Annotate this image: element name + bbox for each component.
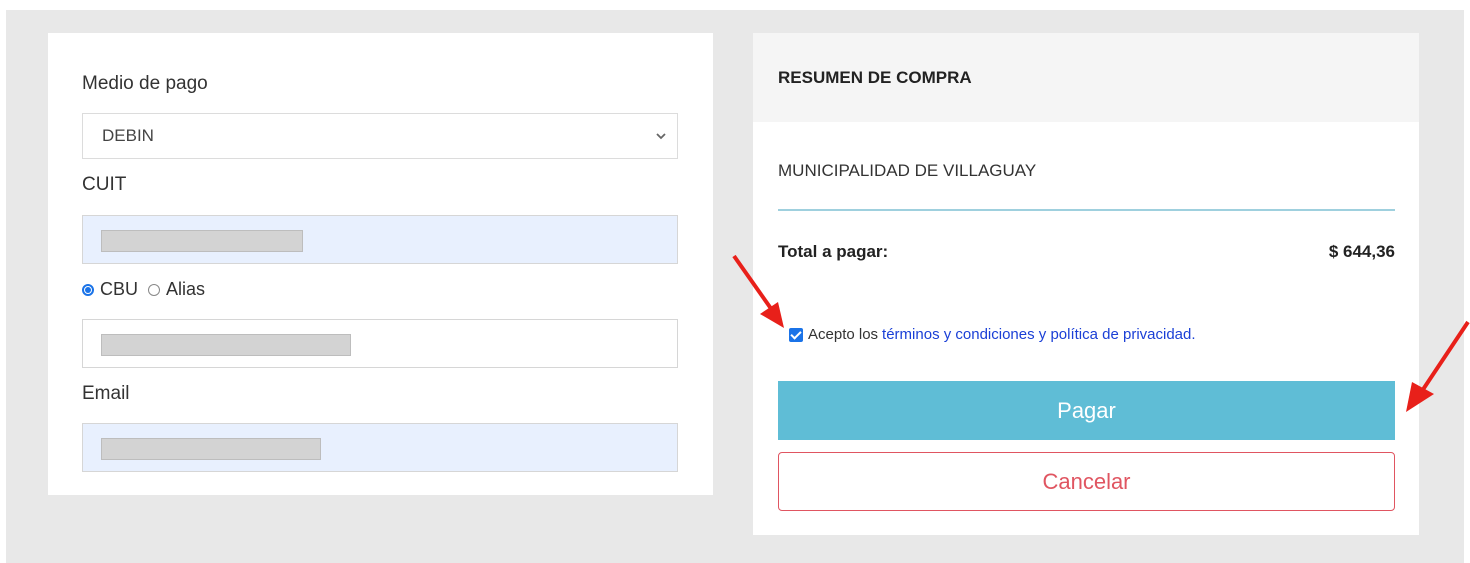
email-input[interactable]	[82, 423, 678, 472]
cuit-label: CUIT	[82, 174, 127, 195]
alias-radio[interactable]	[148, 283, 161, 296]
total-amount: $ 644,36	[1328, 242, 1395, 261]
chevron-down-icon	[656, 133, 666, 140]
redacted-value	[101, 334, 351, 356]
cuit-input[interactable]	[82, 215, 678, 264]
redacted-value	[101, 438, 321, 460]
cancel-button[interactable]: Cancelar	[778, 452, 1395, 511]
cbu-radio[interactable]	[82, 283, 94, 296]
redacted-value	[101, 230, 303, 252]
terms-link[interactable]: términos y condiciones y política de pri…	[882, 326, 1196, 343]
terms-checkbox[interactable]	[789, 327, 803, 342]
terms-prefix: Acepto los	[808, 326, 879, 343]
cbu-input[interactable]	[82, 319, 678, 368]
payment-method-value: DEBIN	[102, 126, 154, 145]
account-type-radio-group: CBU Alias	[82, 279, 205, 300]
payment-form-card: Medio de pago DEBIN CUIT CBU Alias Email	[48, 33, 713, 495]
summary-title: RESUMEN DE COMPRA	[778, 67, 972, 87]
payment-method-label: Medio de pago	[82, 73, 208, 94]
email-label: Email	[82, 383, 130, 404]
divider	[778, 209, 1395, 211]
pay-button[interactable]: Pagar	[778, 381, 1395, 440]
cbu-radio-label: CBU	[100, 279, 139, 299]
purchase-summary-card: RESUMEN DE COMPRA MUNICIPALIDAD DE VILLA…	[753, 33, 1419, 535]
merchant-name: MUNICIPALIDAD DE VILLAGUAY	[778, 161, 1037, 180]
payment-method-select[interactable]: DEBIN	[82, 113, 678, 159]
terms-row: Acepto los términos y condiciones y polí…	[789, 326, 1196, 343]
summary-header: RESUMEN DE COMPRA	[753, 33, 1419, 122]
alias-radio-label: Alias	[166, 279, 206, 299]
total-label: Total a pagar:	[778, 242, 889, 261]
